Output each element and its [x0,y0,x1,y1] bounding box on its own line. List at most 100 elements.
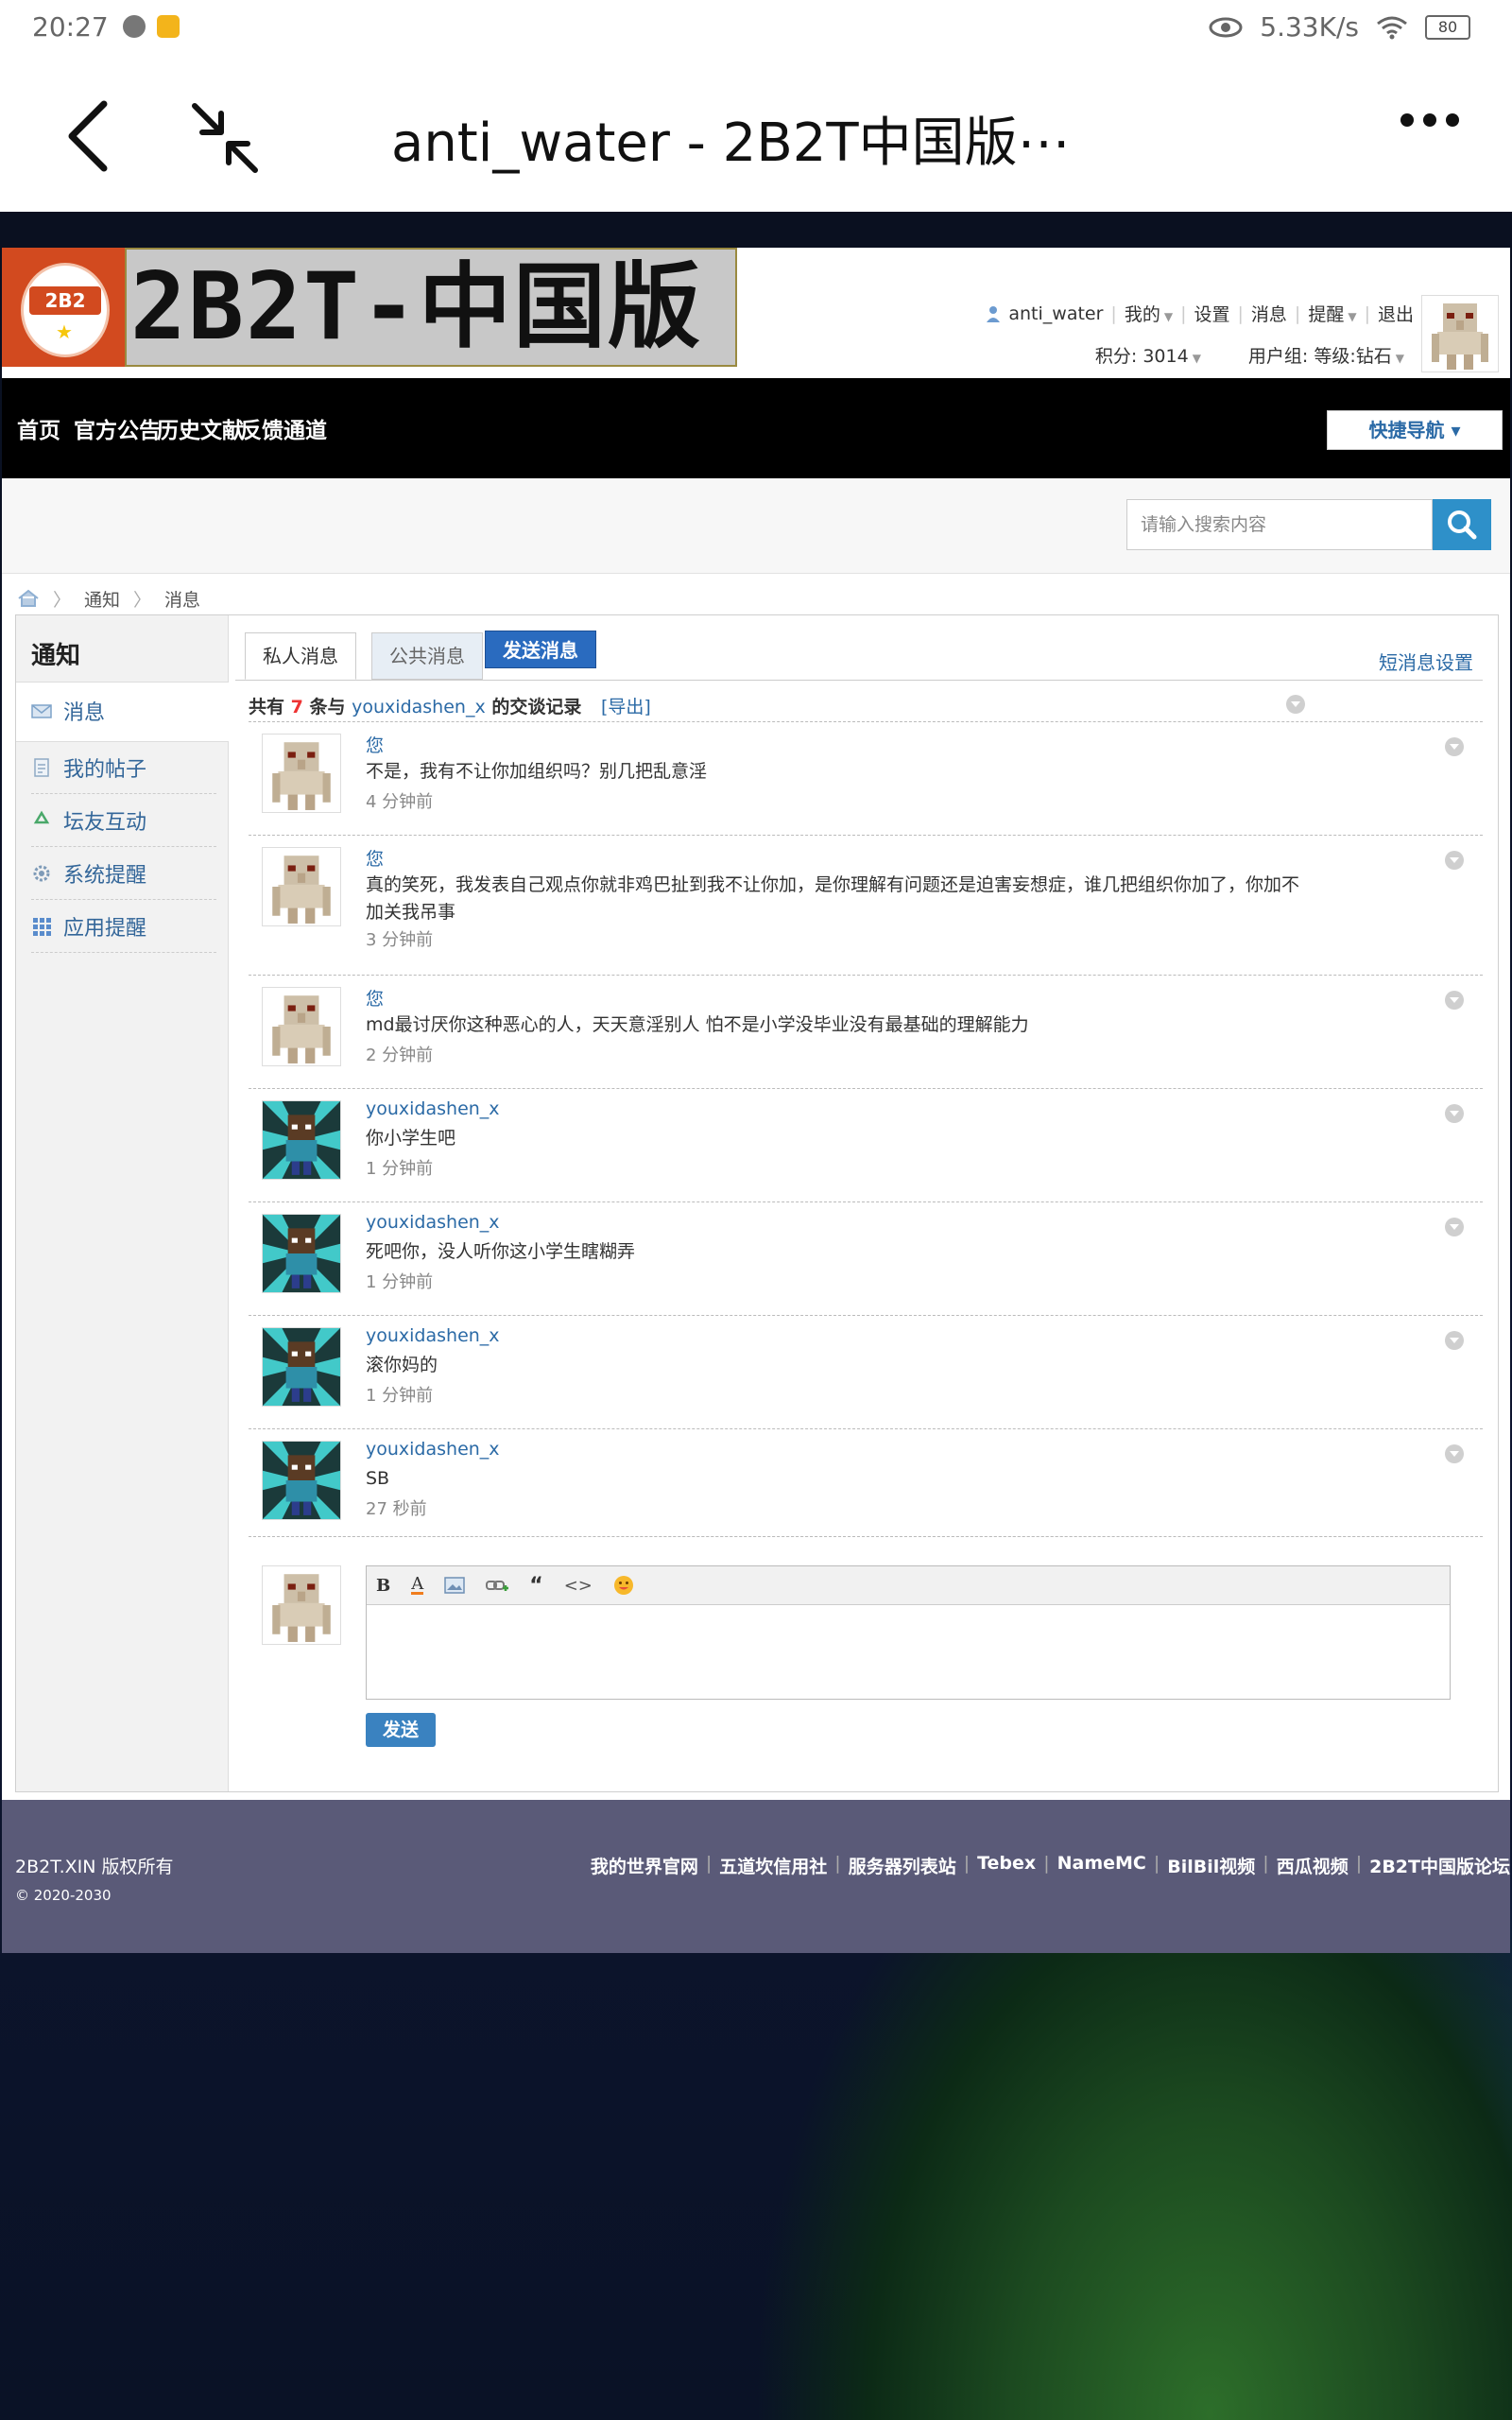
message-text: 真的笑死，我发表自己观点你就非鸡巴扯到我不让你加，是你理解有问题还是迫害妄想症，… [366,874,1300,923]
settings-link[interactable]: 设置 [1194,301,1229,326]
message-avatar[interactable] [262,987,341,1066]
footer-link[interactable]: NameMC [1057,1853,1146,1878]
sidebar-item-system-reminders[interactable]: 系统提醒 [31,848,216,900]
message-options-button[interactable] [1445,737,1464,756]
points-menu[interactable]: 积分: 3014 ▼ [1095,342,1201,368]
font-color-button[interactable]: A [411,1575,424,1595]
footer-link[interactable]: 五道坎信用社 [719,1853,827,1878]
partner-link[interactable]: youxidashen_x [352,697,486,717]
grid-icon [33,918,51,936]
status-bar: 20:27 5.33K/s 80 [0,0,1512,57]
message-options-button[interactable] [1445,1331,1464,1350]
message-options-button[interactable] [1445,991,1464,1010]
collapse-icon[interactable] [187,100,263,176]
message-options-button[interactable] [1445,1444,1464,1463]
heart-notification-icon [157,15,180,38]
message-options-button[interactable] [1445,1218,1464,1236]
message-sender[interactable]: 您 [366,845,384,871]
browser-title-bar: anti_water - 2B2T中国版⋯ [0,57,1512,212]
message-item: youxidashen_x 你小学生吧 1 分钟前 [249,1088,1483,1202]
message-avatar[interactable] [262,1214,341,1293]
footer-link[interactable]: BilBil视频 [1167,1853,1255,1878]
status-time: 20:27 [32,11,109,43]
message-sender[interactable]: youxidashen_x [366,1098,500,1119]
tab-public-messages[interactable]: 公共消息 [371,632,483,680]
nav-history[interactable]: 历史文献 [157,412,244,444]
search-input[interactable] [1126,499,1433,550]
footer-link[interactable]: 西瓜视频 [1277,1853,1349,1878]
message-options-button[interactable] [1445,1104,1464,1123]
quick-nav-button[interactable]: 快捷导航 ▾ [1327,410,1503,450]
more-options-icon[interactable] [1400,113,1459,127]
back-arrow-icon[interactable] [60,98,117,174]
conversation-summary: 共有 7 条与 youxidashen_x 的交谈记录 [导出] [249,697,651,717]
footer-link[interactable]: 2B2T中国版论坛 [1369,1853,1510,1878]
footer-link[interactable]: 我的世界官网 [591,1853,698,1878]
quote-button[interactable]: “ [529,1574,542,1598]
send-message-button[interactable]: 发送消息 [485,631,596,668]
sidebar-title: 通知 [31,642,81,670]
steve-avatar-icon [263,1328,340,1406]
home-icon[interactable] [17,589,40,608]
iron-golem-avatar-icon [272,856,331,924]
notification-panel: 通知 消息 我的帖子 坛友互动 系统提醒 应用提醒 私人消息 公共消息 发送消息… [15,614,1499,1792]
caret-down-icon: ▼ [1192,352,1201,365]
reply-send-button[interactable]: 发送 [366,1713,436,1747]
mine-menu[interactable]: 我的 ▼ [1125,301,1173,326]
user-avatar[interactable] [1421,295,1499,372]
message-text: 死吧你，没人听你这小学生瞎糊弄 [366,1241,636,1262]
document-icon [34,758,49,777]
caret-down-icon: ▼ [1348,310,1357,323]
logout-link[interactable]: 退出 [1378,301,1414,326]
network-speed: 5.33K/s [1260,11,1359,43]
message-avatar[interactable] [262,1441,341,1520]
reminders-menu[interactable]: 提醒 ▼ [1308,301,1356,326]
emoji-icon[interactable] [613,1575,634,1596]
user-group-menu[interactable]: 用户组: 等级:钻石 ▼ [1248,342,1404,368]
footer-link[interactable]: 服务器列表站 [849,1853,956,1878]
iron-golem-avatar-icon [272,1574,331,1642]
message-settings-link[interactable]: 短消息设置 [1379,648,1473,675]
image-icon[interactable] [444,1577,465,1594]
collapse-all-button[interactable] [1286,695,1305,714]
message-avatar[interactable] [262,847,341,926]
message-avatar[interactable] [262,1327,341,1407]
page-title: anti_water - 2B2T中国版⋯ [391,112,1071,174]
breadcrumb-notifications[interactable]: 通知 [84,586,120,612]
message-avatar[interactable] [262,1100,341,1180]
recycle-icon [33,810,50,824]
tab-private-messages[interactable]: 私人消息 [245,632,356,680]
message-sender[interactable]: youxidashen_x [366,1212,500,1233]
code-button[interactable]: <> [564,1576,593,1596]
nav-home[interactable]: 首页 [17,412,60,444]
site-footer: 2B2T.XIN 版权所有 © 2020-2030 我的世界官网 | 五道坎信用社 |… [2,1800,1510,1953]
nav-announcements[interactable]: 官方公告 [74,412,161,444]
messages-link[interactable]: 消息 [1251,301,1287,326]
search-button[interactable] [1433,499,1491,550]
footer-link-separator: | [1263,1853,1269,1874]
steve-avatar-icon [263,1442,340,1519]
message-editor[interactable]: B A “ <> [366,1565,1451,1700]
footer-link[interactable]: Tebex [977,1853,1036,1878]
link-icon[interactable] [486,1577,509,1594]
message-sender[interactable]: 您 [366,985,384,1011]
message-options-button[interactable] [1445,851,1464,870]
nav-feedback[interactable]: 反馈通道 [240,412,327,444]
message-sender[interactable]: 您 [366,732,384,757]
message-time: 1 分钟前 [366,1272,434,1292]
sidebar-item-my-posts[interactable]: 我的帖子 [31,742,216,794]
site-logo-text[interactable]: 2B2T-中国版 [125,248,737,367]
export-link[interactable]: [导出] [601,697,651,717]
bold-button[interactable]: B [376,1576,390,1596]
site-logo-badge[interactable]: 2B2 ★ [2,248,125,367]
message-sender[interactable]: youxidashen_x [366,1325,500,1346]
footer-copyright: 2B2T.XIN 版权所有 [15,1857,174,1877]
sidebar-item-messages[interactable]: 消息 [31,685,216,736]
username-link[interactable]: anti_water [1008,303,1103,324]
sidebar-item-app-reminders[interactable]: 应用提醒 [31,901,216,953]
message-avatar[interactable] [262,734,341,813]
caret-down-icon: ▼ [1163,310,1174,323]
message-sender[interactable]: youxidashen_x [366,1439,500,1460]
sidebar-item-interactions[interactable]: 坛友互动 [31,795,216,847]
gear-icon [33,865,50,882]
